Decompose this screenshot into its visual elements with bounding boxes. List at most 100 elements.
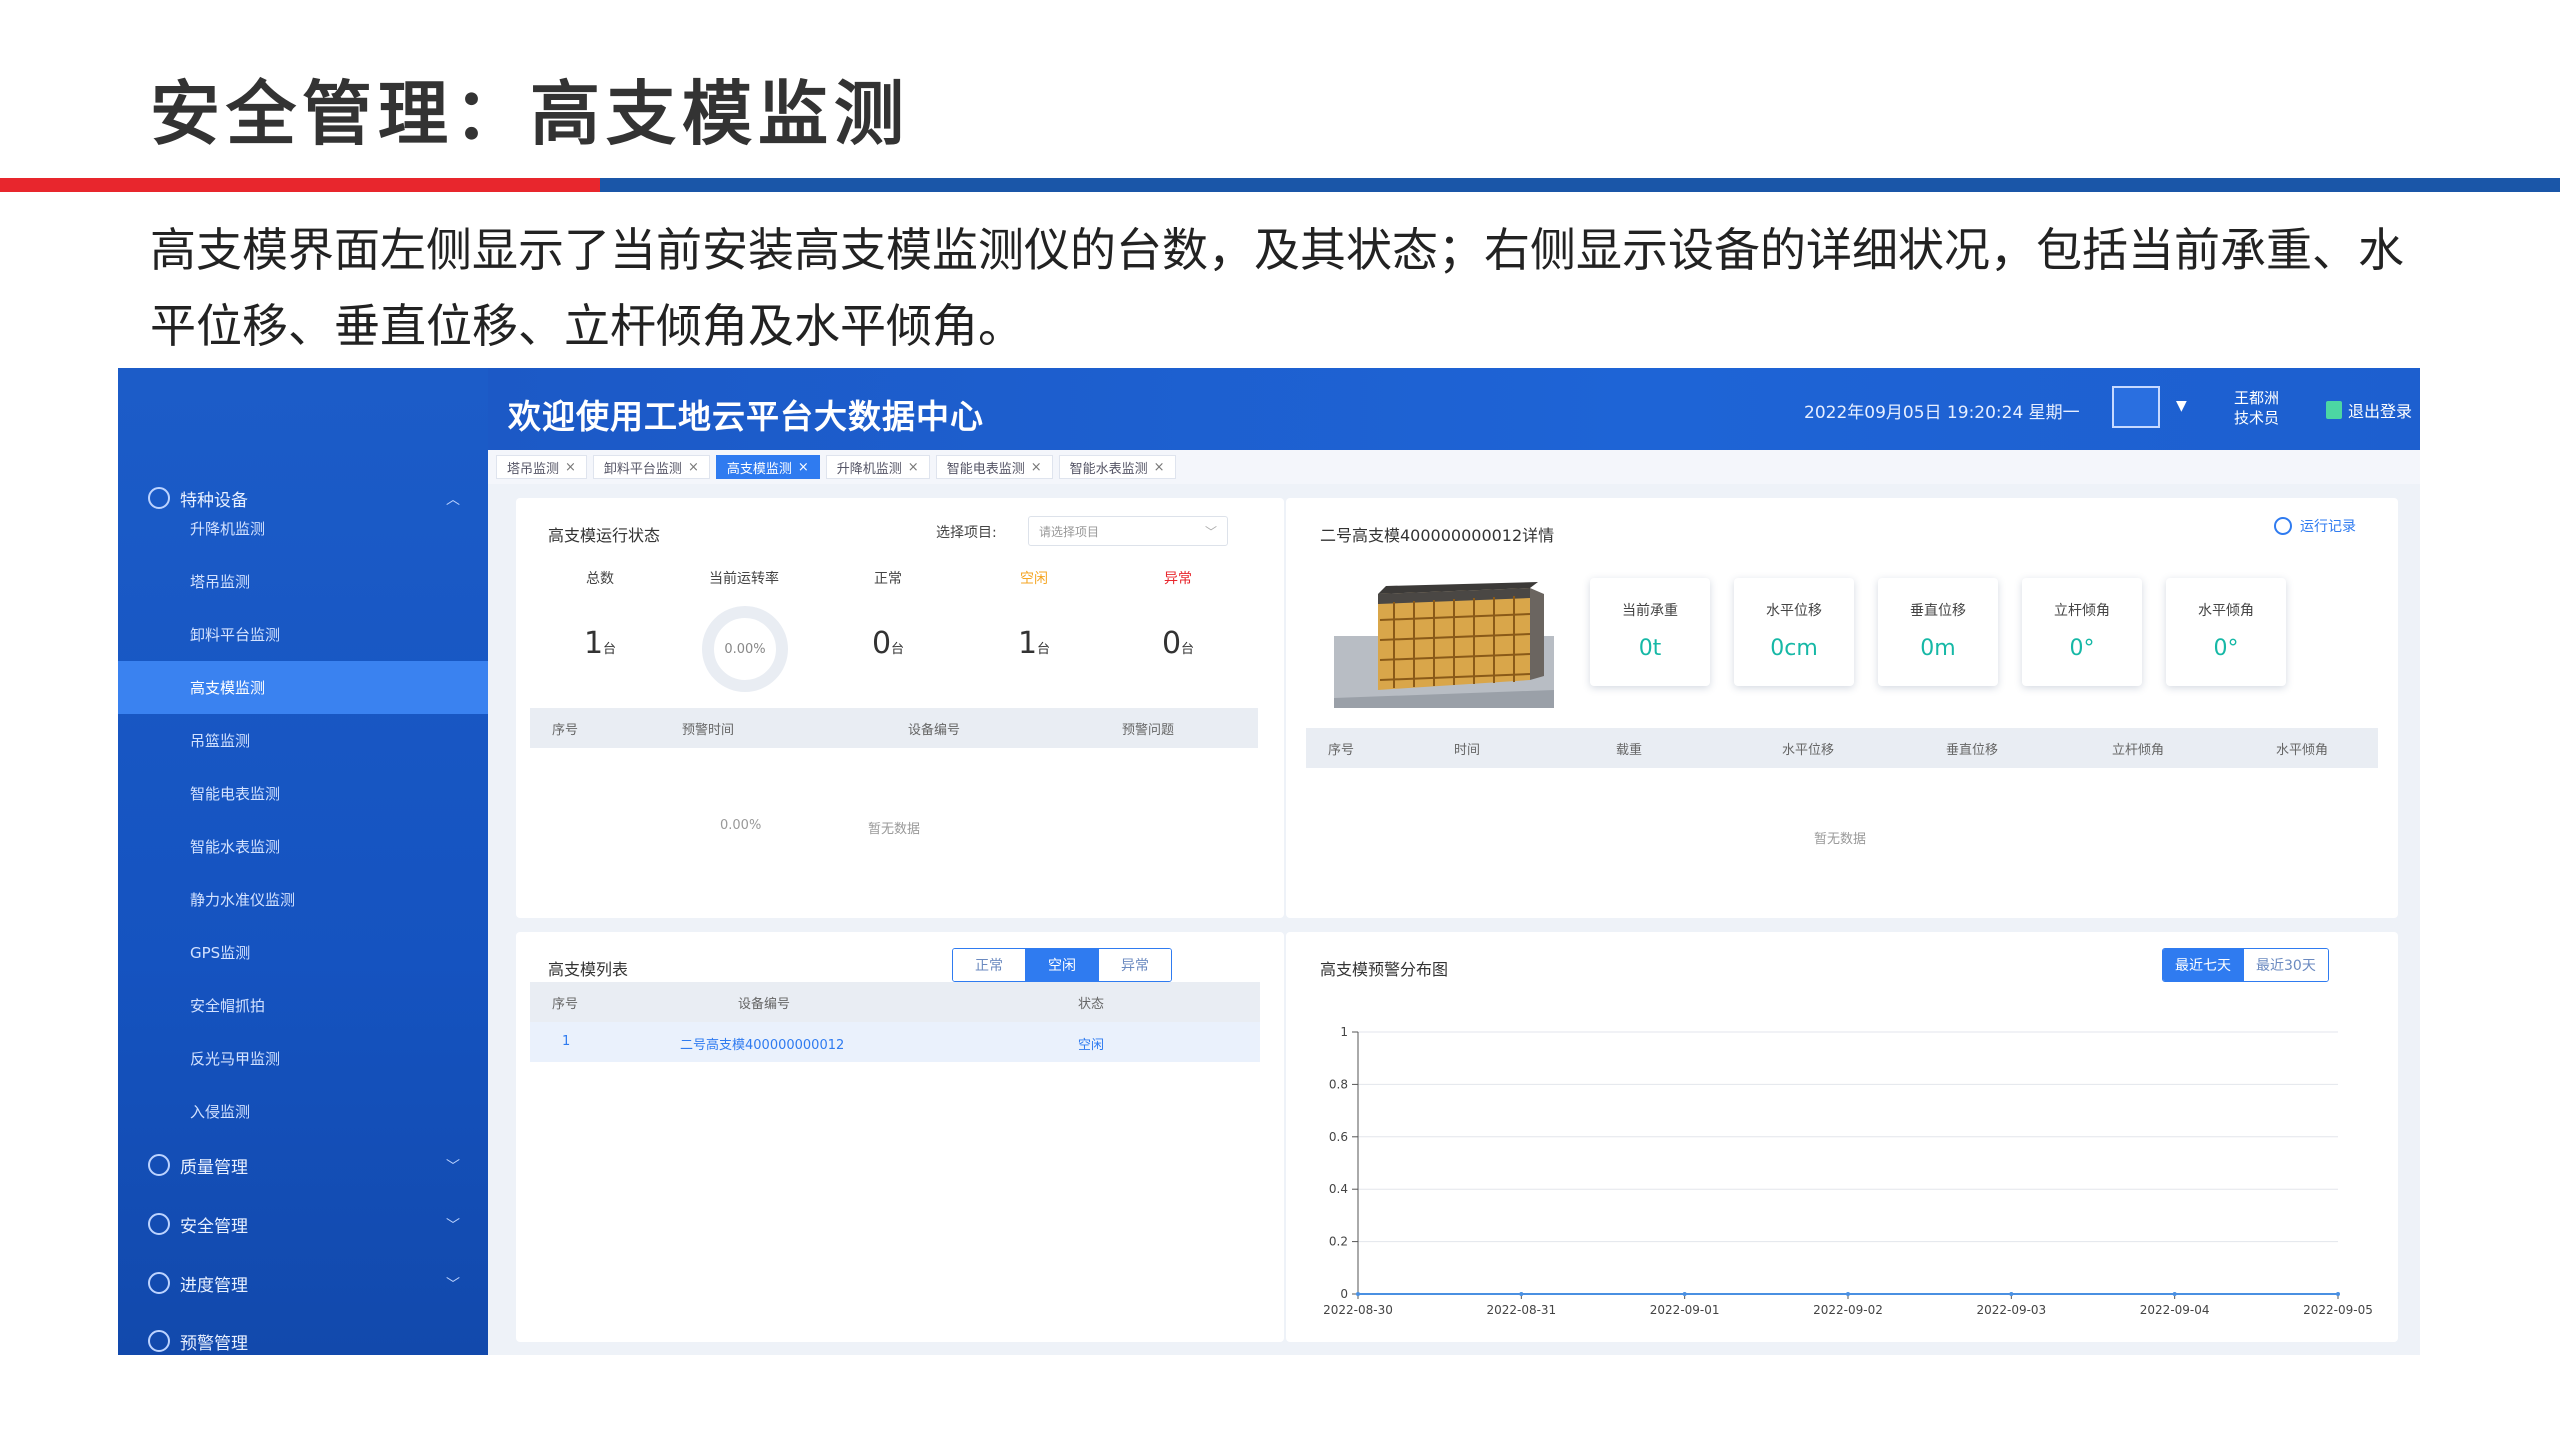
slide-description: 高支模界面左侧显示了当前安装高支模监测仪的台数，及其状态；右侧显示设备的详细状况… xyxy=(150,223,2404,353)
filter-abnormal[interactable]: 异常 xyxy=(1099,949,1171,981)
tab-water-meter[interactable]: 智能水表监测 × xyxy=(1058,455,1176,479)
sidebar-group-alerts[interactable]: 预警管理 xyxy=(118,1314,488,1355)
sidebar-item-label: 入侵监测 xyxy=(190,1103,251,1121)
device-table-header: 序号 设备编号 状态 xyxy=(530,982,1260,1022)
app-title: 欢迎使用工地云平台大数据中心 xyxy=(508,397,984,436)
close-icon[interactable]: × xyxy=(908,460,919,475)
sidebar-group-label: 安全管理 xyxy=(180,1216,248,1237)
column-header: 设备编号 xyxy=(738,996,791,1012)
sidebar-item-hoist[interactable]: 升降机监测 xyxy=(118,502,488,555)
sidebar-item-high-formwork[interactable]: 高支模监测 xyxy=(118,661,488,714)
sidebar-item-water-meter[interactable]: 智能水表监测 xyxy=(118,820,488,873)
sidebar-group-quality[interactable]: 质量管理 ﹀ xyxy=(118,1138,488,1192)
sidebar-item-unloading-platform[interactable]: 卸料平台监测 xyxy=(118,608,488,661)
row-status: 空闲 xyxy=(1078,1038,1105,1053)
close-icon[interactable]: × xyxy=(798,460,809,475)
metric-value: 0t xyxy=(1638,636,1662,661)
tab-high-formwork[interactable]: 高支模监测 × xyxy=(715,455,820,479)
sidebar-item-label: 卸料平台监测 xyxy=(190,626,281,644)
sidebar-item-intrusion[interactable]: 入侵监测 xyxy=(118,1085,488,1138)
metric-card-horizontal-tilt: 水平倾角 0° xyxy=(2166,578,2286,686)
stat-unit: 台 xyxy=(1037,642,1051,657)
x-tick-label: 2022-09-04 xyxy=(2140,1303,2210,1317)
caret-down-icon[interactable]: ▼ xyxy=(2176,398,2187,414)
filter-normal[interactable]: 正常 xyxy=(953,949,1026,981)
slide-title: 安全管理：高支模监测 xyxy=(150,73,910,155)
chevron-down-icon: ﹀ xyxy=(446,1277,460,1293)
logout-button[interactable]: 退出登录 xyxy=(2326,398,2412,422)
project-select[interactable]: 请选择项目 ﹀ xyxy=(1028,516,1228,546)
tab-label: 塔吊监测 xyxy=(507,461,560,477)
metric-label: 水平位移 xyxy=(1766,603,1822,619)
range-30-days[interactable]: 最近30天 xyxy=(2244,949,2328,981)
y-tick-label: 0 xyxy=(1340,1287,1348,1301)
chart-panel: 高支模预警分布图 最近七天 最近30天 0 0.2 0.4 0.6 0.8 1 2022-0… xyxy=(1286,932,2398,1342)
sidebar-logo-area xyxy=(118,368,488,450)
chevron-down-icon: ﹀ xyxy=(446,1218,460,1234)
logout-label: 退出登录 xyxy=(2348,402,2413,421)
panel-title: 高支模预警分布图 xyxy=(1320,960,1449,979)
tab-unloading-platform[interactable]: 卸料平台监测 × xyxy=(592,455,710,479)
detail-panel: 二号高支模400000000012详情 运行记录 当前承重 0t 水平位移 0c… xyxy=(1286,498,2398,918)
data-point xyxy=(1682,1292,1687,1296)
data-point xyxy=(1356,1292,1360,1296)
sidebar: 特种设备 ︿ 升降机监测 塔吊监测 卸料平台监测 高支模监测 吊篮监测 智能电表… xyxy=(118,368,488,1355)
table-row[interactable]: 1 二号高支模400000000012 空闲 xyxy=(530,1022,1260,1062)
column-header: 载重 xyxy=(1616,742,1643,758)
sidebar-group-progress[interactable]: 进度管理 ﹀ xyxy=(118,1256,488,1310)
op-log-label: 运行记录 xyxy=(2300,519,2356,535)
top-bar: 欢迎使用工地云平台大数据中心 2022年09月05日 19:20:24 星期一 … xyxy=(488,368,2420,450)
range-toggle: 最近七天 最近30天 xyxy=(2162,948,2329,982)
sidebar-item-helmet-capture[interactable]: 安全帽抓拍 xyxy=(118,979,488,1032)
alert-distribution-chart: 0 0.2 0.4 0.6 0.8 1 2022-08-30 2022-08-31 2022-0… xyxy=(1323,1025,2373,1317)
sidebar-item-tower-crane[interactable]: 塔吊监测 xyxy=(118,555,488,608)
panel-title: 高支模列表 xyxy=(548,960,629,979)
metric-value: 0cm xyxy=(1770,636,1818,661)
metric-label: 垂直位移 xyxy=(1910,603,1966,619)
column-header: 水平位移 xyxy=(1782,742,1835,758)
stat-number: 1 xyxy=(583,626,604,661)
sidebar-item-level-gauge[interactable]: 静力水准仪监测 xyxy=(118,873,488,926)
metric-label: 水平倾角 xyxy=(2198,603,2254,619)
rate-ring: 0.00% xyxy=(702,606,788,692)
column-header: 序号 xyxy=(552,722,579,738)
filter-idle[interactable]: 空闲 xyxy=(1026,949,1099,981)
sidebar-group-safety[interactable]: 安全管理 ﹀ xyxy=(118,1197,488,1251)
sidebar-item-smart-meter[interactable]: 智能电表监测 xyxy=(118,767,488,820)
header-band-red xyxy=(0,178,625,192)
column-header: 序号 xyxy=(552,996,579,1012)
column-header: 立杆倾角 xyxy=(2112,742,2165,758)
user-info[interactable]: 王都洲 技术员 xyxy=(2234,388,2279,428)
data-point xyxy=(1846,1292,1850,1296)
sidebar-item-gps[interactable]: GPS监测 xyxy=(118,926,488,979)
list-panel: 高支模列表 正常 空闲 异常 序号 设备编号 状态 1 二号高支模4000000… xyxy=(516,932,1284,1342)
row-device[interactable]: 二号高支模400000000012 xyxy=(680,1034,844,1053)
close-icon[interactable]: × xyxy=(1154,460,1165,475)
chevron-down-icon: ﹀ xyxy=(1204,525,1217,539)
status-panel: 高支模运行状态 选择项目: 请选择项目 ﹀ 总数 当前运转率 正常 空闲 异常 … xyxy=(516,498,1284,918)
sidebar-item-label: 安全帽抓拍 xyxy=(190,997,266,1015)
select-label: 选择项目: xyxy=(936,525,997,541)
close-icon[interactable]: × xyxy=(565,460,576,475)
sidebar-item-label: 塔吊监测 xyxy=(190,573,251,591)
column-header: 垂直位移 xyxy=(1946,742,1999,758)
range-7-days[interactable]: 最近七天 xyxy=(2163,949,2244,981)
stat-value-abnormal: 0台 xyxy=(1118,626,1238,661)
tab-label: 智能电表监测 xyxy=(946,461,1025,477)
sidebar-item-vest-detection[interactable]: 反光马甲监测 xyxy=(118,1032,488,1085)
column-header: 设备编号 xyxy=(908,722,961,738)
close-icon[interactable]: × xyxy=(1031,460,1042,475)
sidebar-group-label: 进度管理 xyxy=(180,1275,248,1296)
sidebar-item-gondola[interactable]: 吊篮监测 xyxy=(118,714,488,767)
tab-hoist[interactable]: 升降机监测 × xyxy=(825,455,930,479)
stat-unit: 台 xyxy=(603,642,617,657)
chevron-down-icon: ﹀ xyxy=(446,1159,460,1175)
avatar[interactable] xyxy=(2112,386,2160,428)
metric-card-load: 当前承重 0t xyxy=(1590,578,1710,686)
op-log-button[interactable]: 运行记录 xyxy=(2274,516,2356,536)
tab-smart-meter[interactable]: 智能电表监测 × xyxy=(935,455,1053,479)
user-role: 技术员 xyxy=(2234,409,2280,427)
close-icon[interactable]: × xyxy=(688,460,699,475)
tab-tower-crane[interactable]: 塔吊监测 × xyxy=(496,455,587,479)
alert-gear-icon xyxy=(148,1330,170,1352)
